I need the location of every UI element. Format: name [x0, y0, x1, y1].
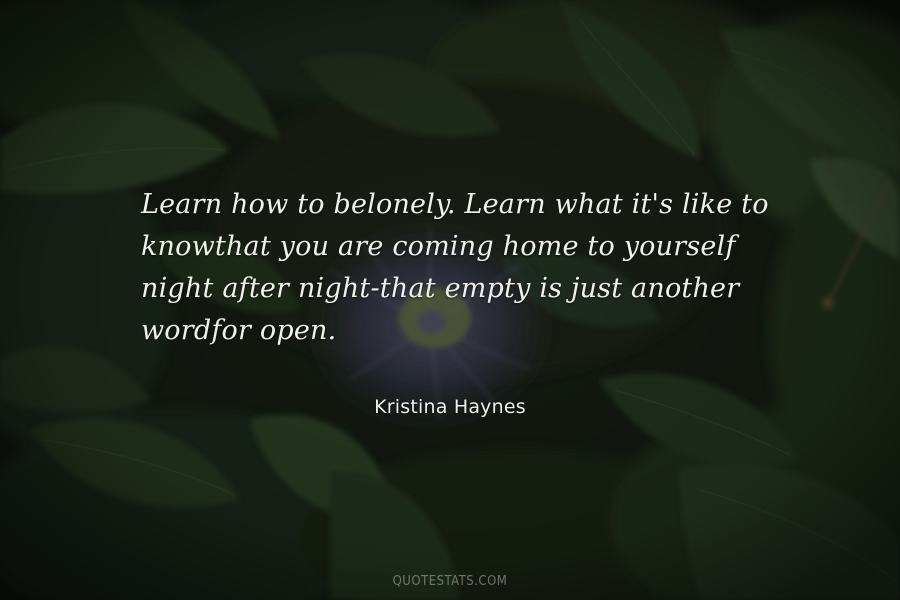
quote-line: night after night-that empty is just ano…	[141, 273, 740, 304]
site-watermark: QUOTESTATS.COM	[392, 574, 508, 589]
quote-line: knowthat you are coming home to yourself	[141, 231, 736, 262]
quote-line: Learn how to belonely. Learn what it's l…	[141, 189, 769, 220]
quote-image: Learn how to belonely. Learn what it's l…	[0, 0, 900, 600]
quote-line: wordfor open.	[141, 315, 337, 346]
quote-author: Kristina Haynes	[374, 396, 526, 418]
